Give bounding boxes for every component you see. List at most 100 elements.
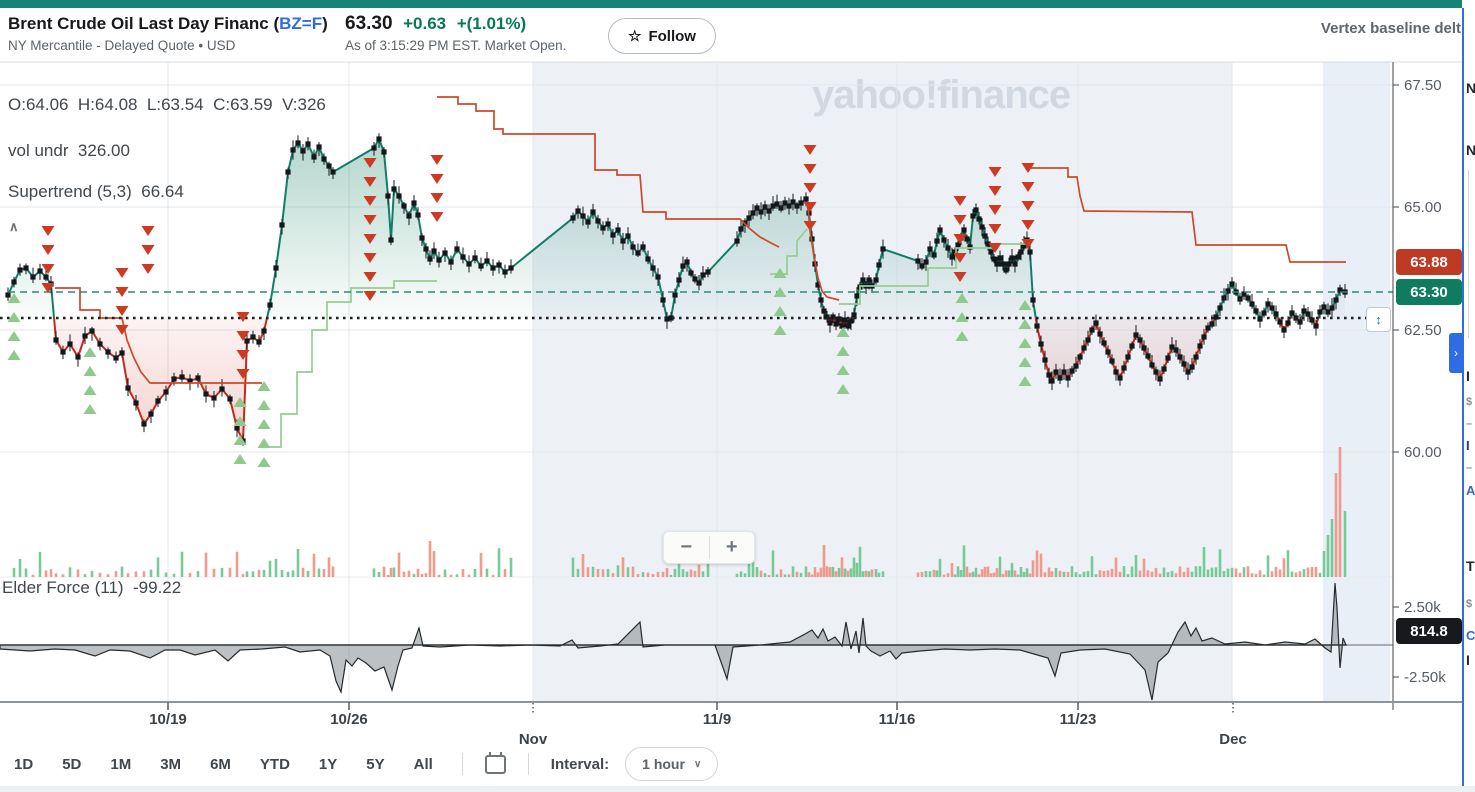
volume-bar [984, 567, 987, 577]
volume-bar [1215, 567, 1218, 577]
clipped-text-fragment: N [1466, 80, 1475, 96]
zoom-out-button[interactable]: − [664, 532, 709, 563]
volume-bar [1235, 568, 1238, 577]
candle-body [1209, 321, 1214, 326]
volume-bar [577, 569, 580, 577]
candle-body [1297, 319, 1302, 324]
candle-body [125, 385, 130, 390]
candle-body [945, 245, 950, 250]
volume-bar [814, 567, 817, 577]
zoom-in-button[interactable]: + [710, 532, 755, 563]
candle-body [1089, 327, 1094, 332]
volume-bar [313, 554, 316, 577]
range-button-all[interactable]: All [414, 750, 433, 779]
candle-body [285, 169, 290, 174]
volume-bar [993, 573, 996, 577]
candle-body [949, 254, 954, 259]
volume-bar [954, 574, 957, 577]
legend-collapse-icon[interactable]: ∧ [9, 219, 19, 235]
range-button-6m[interactable]: 6M [210, 750, 231, 779]
range-button-5y[interactable]: 5Y [366, 750, 384, 779]
candle-body [635, 250, 640, 255]
candle-body [321, 156, 326, 161]
candle-body [1129, 343, 1134, 348]
candle-body [1117, 375, 1122, 380]
volume-bar [450, 575, 453, 577]
buy-signal-arrow-icon [84, 347, 97, 357]
volume-bar [297, 549, 300, 577]
candle-body [219, 386, 224, 391]
volume-bar [50, 569, 53, 577]
candle-body [203, 391, 208, 396]
supertrend-legend: Supertrend (5,3) 66.64 [8, 182, 184, 202]
sell-signal-arrow-icon [42, 264, 55, 274]
volume-bar [1211, 568, 1214, 577]
candle-body [645, 256, 650, 261]
axis-drag-button[interactable]: ↕ [1366, 307, 1391, 332]
volume-bar [826, 566, 829, 577]
volume-bar [25, 568, 28, 577]
volume-bar [1131, 567, 1134, 577]
candle-body [1277, 319, 1282, 324]
volume-bar [622, 557, 625, 577]
candle-body [1057, 375, 1062, 380]
volume-bar [936, 571, 939, 577]
clipped-text-fragment: N [1466, 142, 1475, 158]
volume-bar [978, 574, 981, 577]
candle-body [1034, 323, 1039, 328]
range-button-1d[interactable]: 1D [14, 750, 33, 779]
candle-body [880, 246, 885, 251]
buy-signal-arrow-icon [84, 404, 97, 414]
candle-body [738, 226, 743, 231]
volume-bar [1267, 555, 1270, 577]
range-button-5d[interactable]: 5D [62, 750, 81, 779]
month-shading-band [533, 62, 1232, 702]
candle-body [625, 233, 630, 238]
calendar-icon[interactable] [485, 755, 506, 774]
candle-body [1249, 301, 1254, 306]
range-button-1m[interactable]: 1M [110, 750, 131, 779]
volume-bar [510, 558, 513, 577]
ticker-symbol[interactable]: BZ=F [279, 14, 322, 33]
candle-body [411, 200, 416, 205]
volume-bar [690, 569, 693, 577]
candle-body [1161, 366, 1166, 371]
panel-expand-button[interactable]: › [1449, 333, 1463, 373]
range-button-1y[interactable]: 1Y [319, 750, 337, 779]
range-button-ytd[interactable]: YTD [260, 750, 290, 779]
price-tick-label: 62.50 [1404, 322, 1442, 339]
volume-bar [917, 572, 920, 577]
candle-body [1305, 311, 1310, 316]
volume-bar [859, 547, 862, 577]
candle-body [821, 308, 826, 313]
volume-bar [1171, 571, 1174, 577]
candle-body [845, 323, 850, 328]
candle-body [1229, 281, 1234, 286]
page-title: Brent Crude Oil Last Day Financ (BZ=F) [8, 14, 328, 34]
volume-bar [756, 567, 759, 577]
volume-bar [597, 569, 600, 577]
volume-bar [13, 568, 16, 577]
sell-signal-arrow-icon [142, 264, 155, 274]
volume-bar [784, 574, 787, 577]
candle-body [406, 213, 411, 218]
range-button-3m[interactable]: 3M [160, 750, 181, 779]
candle-body [973, 207, 978, 212]
candle-body [419, 235, 424, 240]
volume-bar [197, 571, 200, 577]
candle-body [1030, 297, 1035, 302]
candle-body [1189, 364, 1194, 369]
candle-body [17, 267, 22, 272]
candle-body [650, 265, 655, 270]
candle-body [267, 302, 272, 307]
volume-bar [1115, 558, 1118, 577]
volume-bar [91, 571, 94, 577]
volume-bar [652, 574, 655, 577]
volume-bar [269, 561, 272, 577]
volume-bar [963, 545, 966, 577]
candle-body [931, 252, 936, 257]
volume-bar [444, 570, 447, 577]
interval-dropdown[interactable]: 1 hour∨ [625, 747, 718, 781]
follow-button[interactable]: ☆Follow [608, 18, 716, 54]
volume-bar [258, 570, 261, 577]
